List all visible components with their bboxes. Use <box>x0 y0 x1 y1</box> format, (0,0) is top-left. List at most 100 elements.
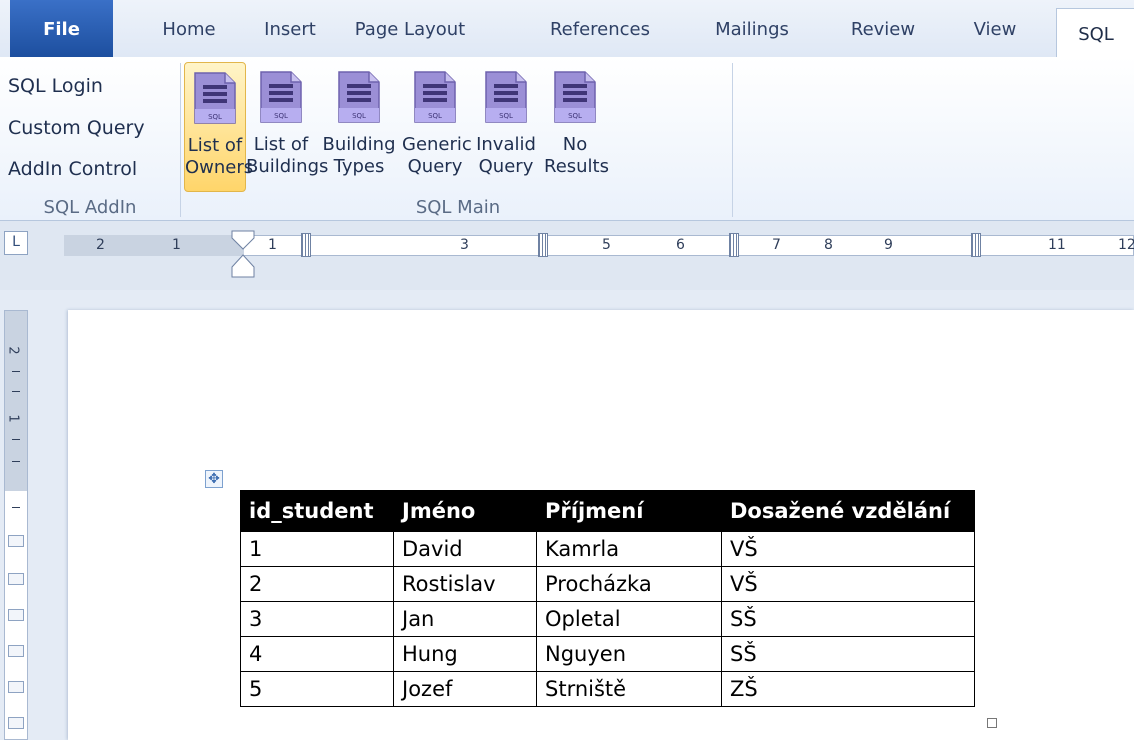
table-cell[interactable]: Procházka <box>536 566 722 602</box>
tab-file[interactable]: File <box>10 0 113 57</box>
ruler-tick-label: 7 <box>772 237 781 253</box>
sql-login-button[interactable]: SQL Login <box>8 75 103 97</box>
table-cell[interactable]: Strniště <box>536 671 722 707</box>
column-header[interactable]: Jméno <box>393 490 537 532</box>
indent-markers[interactable] <box>228 229 258 281</box>
row-marker[interactable] <box>8 681 24 693</box>
ruler-tick-label: 11 <box>1048 237 1066 253</box>
sql-main-button-label: Invalid Query <box>476 134 536 177</box>
group-label-sql-addin: SQL AddIn <box>43 197 137 218</box>
table-cell[interactable]: Jozef <box>393 671 537 707</box>
custom-query-button[interactable]: Custom Query <box>8 117 145 139</box>
table-cell[interactable]: VŠ <box>721 531 975 567</box>
table-resize-handle[interactable] <box>987 718 997 728</box>
table-cell[interactable]: Rostislav <box>393 566 537 602</box>
tab-review[interactable]: Review <box>842 10 924 50</box>
table-cell[interactable]: 5 <box>240 671 394 707</box>
tab-mailings[interactable]: Mailings <box>702 10 802 50</box>
table-row: 3 Jan Opletal SŠ <box>240 601 975 637</box>
column-marker[interactable] <box>729 233 739 257</box>
group-label-sql-main: SQL Main <box>415 197 501 218</box>
sql-main-button[interactable]: SQL List of Buildings <box>246 62 329 190</box>
table-row: 4 Hung Nguyen SŠ <box>240 636 975 672</box>
ruler-tick-label: 2 <box>96 237 105 253</box>
column-header[interactable]: Příjmení <box>536 490 722 532</box>
ruler-tick-label: 1 <box>172 237 181 253</box>
row-marker[interactable] <box>8 645 24 657</box>
table-row: 5 Jozef Strniště ZŠ <box>240 671 975 707</box>
table-cell[interactable]: Opletal <box>536 601 722 637</box>
row-marker[interactable] <box>8 609 24 621</box>
row-marker[interactable] <box>8 535 24 547</box>
students-table[interactable]: id_student Jméno Příjmení Dosažené vzděl… <box>240 490 975 707</box>
row-marker[interactable] <box>8 717 24 729</box>
sql-document-icon: SQL <box>260 71 302 123</box>
vruler-tick <box>12 461 20 462</box>
sql-main-button-label: No Results <box>544 134 609 177</box>
ruler-margin-area <box>64 235 244 256</box>
vertical-ruler[interactable]: 2 1 <box>4 310 28 740</box>
sql-main-button[interactable]: SQL No Results <box>544 62 609 190</box>
vruler-margin-area <box>5 311 27 491</box>
ribbon: SQL Login Custom Query AddIn Control SQL… <box>0 57 1134 221</box>
sql-main-button[interactable]: SQL List of Owners <box>184 62 254 192</box>
sql-document-icon: SQL <box>485 71 527 123</box>
vruler-label: 2 <box>5 346 21 355</box>
column-marker[interactable] <box>971 233 981 257</box>
table-cell[interactable]: Nguyen <box>536 636 722 672</box>
table-cell[interactable]: 2 <box>240 566 394 602</box>
sql-main-button-label: Building Types <box>322 134 396 177</box>
svg-text:SQL: SQL <box>274 112 288 120</box>
table-cell[interactable]: Hung <box>393 636 537 672</box>
vruler-tick <box>12 391 20 392</box>
table-cell[interactable]: ZŠ <box>721 671 975 707</box>
sql-main-button[interactable]: SQL Invalid Query <box>470 62 542 190</box>
table-cell[interactable]: Kamrla <box>536 531 722 567</box>
sql-main-button-label: List of Buildings <box>246 134 329 177</box>
sql-main-button[interactable]: SQL Building Types <box>318 62 400 190</box>
table-move-handle-icon[interactable]: ✥ <box>205 470 223 488</box>
tab-view[interactable]: View <box>962 10 1028 50</box>
group-separator <box>180 63 181 217</box>
column-header[interactable]: id_student <box>240 490 394 532</box>
svg-text:SQL: SQL <box>568 112 582 120</box>
column-marker[interactable] <box>301 233 311 257</box>
tab-references[interactable]: References <box>540 10 660 50</box>
row-marker[interactable] <box>8 573 24 585</box>
ruler-tick-label: 12 <box>1118 237 1134 253</box>
tab-sql[interactable]: SQL <box>1056 8 1134 59</box>
table-cell[interactable]: Jan <box>393 601 537 637</box>
table-header-row: id_student Jméno Příjmení Dosažené vzděl… <box>240 490 975 532</box>
tab-selector-button[interactable]: L <box>4 231 28 255</box>
vruler-tick <box>12 371 20 372</box>
table-cell[interactable]: VŠ <box>721 566 975 602</box>
vruler-label: 1 <box>5 414 21 423</box>
table-cell[interactable]: 4 <box>240 636 394 672</box>
ruler-tick-label: 5 <box>602 237 611 253</box>
ruler-tick-label: 9 <box>884 237 893 253</box>
tab-home[interactable]: Home <box>150 10 228 50</box>
table-cell[interactable]: 1 <box>240 531 394 567</box>
table-cell[interactable]: David <box>393 531 537 567</box>
vruler-tick <box>12 507 20 508</box>
addin-control-button[interactable]: AddIn Control <box>8 158 137 180</box>
column-header[interactable]: Dosažené vzdělání <box>721 490 975 532</box>
table-cell[interactable]: SŠ <box>721 601 975 637</box>
tab-page-layout[interactable]: Page Layout <box>340 10 480 50</box>
svg-text:SQL: SQL <box>428 112 442 120</box>
ribbon-tab-bar: File Home Insert Page Layout References … <box>0 0 1134 59</box>
svg-text:SQL: SQL <box>352 112 366 120</box>
ruler-tick-label: 1 <box>268 237 277 253</box>
column-marker[interactable] <box>538 233 548 257</box>
tab-insert[interactable]: Insert <box>254 10 326 50</box>
svg-text:SQL: SQL <box>208 113 222 121</box>
table-cell[interactable]: 3 <box>240 601 394 637</box>
ruler-tick-label: 8 <box>824 237 833 253</box>
sql-main-button-label: List of Owners <box>185 135 254 178</box>
ruler-tick-label: 6 <box>676 237 685 253</box>
table-row: 1 David Kamrla VŠ <box>240 531 975 567</box>
svg-text:SQL: SQL <box>499 112 513 120</box>
sql-main-button[interactable]: SQL Generic Query <box>402 62 472 190</box>
table-cell[interactable]: SŠ <box>721 636 975 672</box>
sql-document-icon: SQL <box>194 72 236 124</box>
